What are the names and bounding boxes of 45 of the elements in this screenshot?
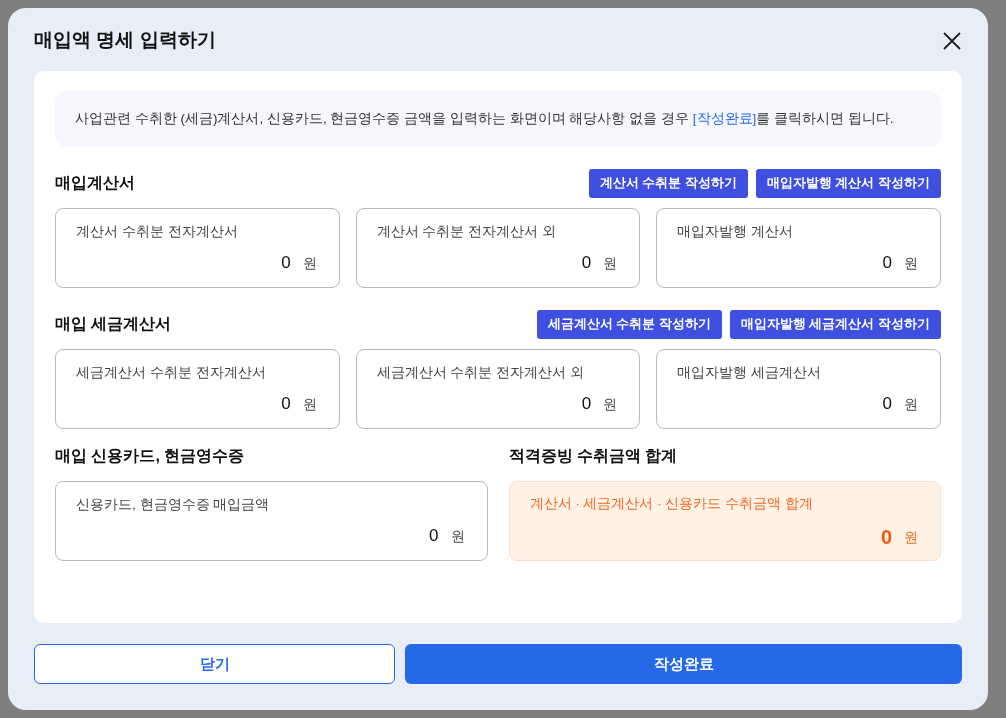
amount-value: 0 [281,252,291,275]
field-label: 매입자발행 계산서 [677,223,794,241]
amount-field[interactable]: 신용카드, 현금영수증 매입금액 0 원 [55,481,488,561]
amount-field[interactable]: 세금계산서 수취분 전자계산서 외 0 원 [355,349,641,429]
amount-value: 0 [429,525,439,548]
amount-field[interactable]: 계산서 수취분 전자계산서 0 원 [55,208,340,288]
field-label: 계산서 수취분 전자계산서 [76,223,238,241]
currency-unit: 원 [603,394,618,414]
section-title: 매입 세금계산서 [55,314,172,334]
currency-unit: 원 [904,253,918,273]
amount-value: 0 [880,525,892,551]
notice-text: 사업관련 수취한 (세금)계산서, 신용카드, 현금영수증 금액을 입력하는 화면이며 해당사항 없을 경우 [작성완료]를 클릭하시면 됩니다. [55,91,941,147]
section-title: 매입 신용카드, 현금영수증 [55,446,245,466]
field-label: 신용카드, 현금영수증 매입금액 [76,496,270,514]
submit-button[interactable]: 작성완료 [405,644,962,684]
currency-unit: 원 [603,253,618,273]
field-label: 계산서 · 세금계산서 · 신용카드 수취금액 합계 [529,495,813,513]
currency-unit: 원 [450,526,465,546]
close-button[interactable]: 닫기 [34,644,396,684]
amount-field[interactable]: 매입자발행 계산서 0 원 [656,208,941,288]
close-icon[interactable] [942,29,964,52]
amount-value: 0 [882,252,892,275]
currency-unit: 원 [904,394,918,414]
currency-unit: 원 [302,253,317,273]
write-button[interactable]: 계산서 수취분 작성하기 [588,168,748,198]
field-label: 계산서 수취분 전자계산서 외 [376,223,556,241]
currency-unit: 원 [302,394,317,414]
amount-value: 0 [581,252,592,275]
currency-unit: 원 [904,527,918,547]
field-label: 세금계산서 수취분 전자계산서 [76,364,266,382]
field-label: 세금계산서 수취분 전자계산서 외 [376,364,584,382]
write-button[interactable]: 매입자발행 계산서 작성하기 [755,168,941,198]
section-title: 적격증빙 수취금액 합계 [508,446,678,466]
amount-field[interactable]: 세금계산서 수취분 전자계산서 0 원 [55,349,340,429]
amount-value: 0 [581,393,592,416]
amount-value: 0 [281,393,291,416]
field-label: 매입자발행 세금계산서 [677,364,822,382]
write-button[interactable]: 세금계산서 수취분 작성하기 [536,309,722,339]
amount-field[interactable]: 매입자발행 세금계산서 0 원 [656,349,941,429]
dialog-title: 매입액 명세 입력하기 [34,28,216,53]
amount-field[interactable]: 계산서 수취분 전자계산서 외 0 원 [355,208,641,288]
write-button[interactable]: 매입자발행 세금계산서 작성하기 [729,309,941,339]
complete-link[interactable]: [작성완료] [692,111,757,126]
section-title: 매입계산서 [55,173,135,193]
amount-value: 0 [882,393,892,416]
